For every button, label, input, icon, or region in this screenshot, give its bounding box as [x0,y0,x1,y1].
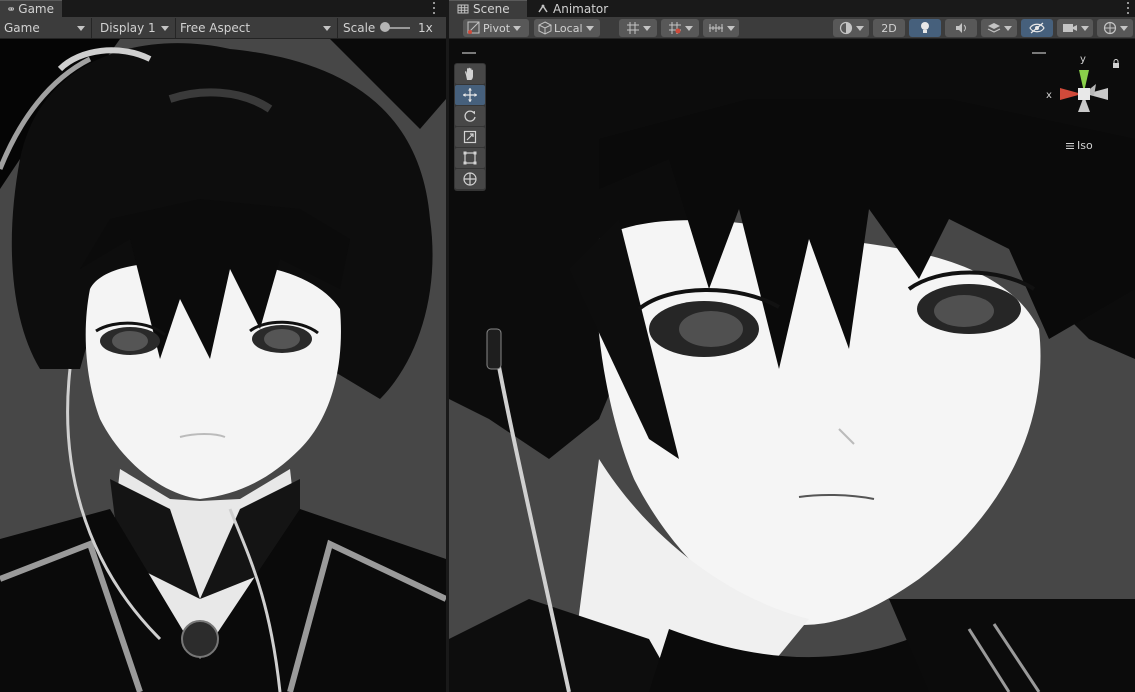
chevron-down-icon [726,25,735,31]
aspect-dropdown[interactable]: Free Aspect [176,18,336,38]
chevron-down-icon [1003,25,1012,31]
local-dropdown[interactable]: Local [534,19,600,37]
unity-editor: Game Game Display 1 Free Aspect Scale 1x [0,0,1135,692]
chevron-down-icon [684,25,693,31]
transform-tool[interactable] [455,169,485,189]
tab-scene-label: Scene [473,2,510,16]
tab-game-label: Game [18,2,54,16]
rotate-icon [464,110,476,122]
game-render-image [0,39,446,692]
scale-label: Scale [343,21,376,35]
rect-transform-icon [463,151,477,165]
scene-toolbar: Pivot Local 2D [449,17,1135,39]
speaker-icon [956,23,966,33]
increment-snap-button[interactable] [661,19,699,37]
scene-render-image [449,39,1135,692]
chevron-down-icon [855,25,864,31]
game-toolbar: Game Display 1 Free Aspect Scale 1x [0,17,446,39]
move-tool[interactable] [455,85,485,105]
chevron-down-icon [513,25,522,31]
pivot-dropdown[interactable]: Pivot [463,19,529,37]
game-mode-dropdown[interactable]: Game [0,18,90,38]
scene-view[interactable] [449,39,1135,692]
view-tool[interactable] [455,64,485,84]
tab-animator[interactable]: Animator [529,0,619,17]
effects-dropdown[interactable] [981,19,1017,37]
tab-game[interactable]: Game [0,0,62,17]
tool-palette [454,63,486,191]
audio-toggle-button[interactable] [945,19,977,37]
ruler-icon [708,24,723,32]
grid-icon [626,22,639,34]
lock-icon[interactable] [1112,59,1120,68]
transform-icon [463,172,477,186]
chevron-down-icon [642,25,651,31]
local-label: Local [554,21,583,35]
tab-scene[interactable]: Scene [449,0,527,17]
scene-visibility-button[interactable] [1021,19,1053,37]
game-mode-label: Game [4,21,40,35]
scale-value: 1x [418,21,433,35]
menu-lines-icon [1066,142,1074,149]
scale-icon [463,130,477,144]
camera-dropdown[interactable] [1057,19,1093,37]
scene-tab-strip: Scene Animator [449,0,1135,17]
gizmo-center-cube[interactable] [1078,88,1090,100]
gizmos-dropdown[interactable] [1097,19,1133,37]
shading-mode-dropdown[interactable] [833,19,869,37]
gamepad-icon [8,7,15,11]
display-dropdown[interactable]: Display 1 [96,18,174,38]
scale-value-box: 1x [414,18,444,38]
scale-slider-handle[interactable] [380,22,390,32]
game-tab-strip: Game [0,0,446,17]
eye-hidden-icon [1029,22,1045,34]
scale-label-box: Scale [339,18,379,38]
gizmo-x-label: x [1046,90,1052,101]
shading-sphere-icon [839,21,852,35]
scale-tool[interactable] [455,127,485,147]
snap-icon [668,22,681,34]
palette-drag-handle[interactable] [462,52,476,54]
pivot-label: Pivot [483,21,511,35]
pivot-icon [467,21,480,34]
toolbar-divider [91,18,92,38]
chevron-down-icon [323,26,331,31]
toolbar-divider [337,18,338,38]
projection-toggle[interactable]: Iso [1066,139,1093,152]
game-view[interactable] [0,39,446,692]
scene-grid-icon [457,4,469,14]
toggle-2d-label: 2D [881,21,897,35]
ruler-snap-button[interactable] [703,19,739,37]
gizmo-y-label: y [1080,54,1086,65]
chevron-down-icon [1080,25,1089,31]
rotate-tool[interactable] [455,106,485,126]
local-cube-icon [538,21,552,35]
grid-snap-button[interactable] [619,19,657,37]
lighting-toggle-button[interactable] [909,19,941,37]
animator-icon [538,4,548,12]
camera-icon [1062,24,1077,32]
lightbulb-icon [921,22,929,33]
kebab-menu-icon[interactable] [432,2,436,14]
kebab-menu-icon[interactable] [1126,2,1130,14]
chevron-down-icon [161,26,169,31]
display-label: Display 1 [100,21,156,35]
toggle-2d-button[interactable]: 2D [873,19,905,37]
aspect-label: Free Aspect [180,21,251,35]
move-arrows-icon [463,88,477,102]
projection-label: Iso [1077,139,1093,152]
gizmos-globe-icon [1103,21,1116,35]
chevron-down-icon [585,25,594,31]
chevron-down-icon [77,26,85,31]
chevron-down-icon [1119,25,1128,31]
tab-animator-label: Animator [553,1,609,16]
rect-tool[interactable] [455,148,485,168]
layers-icon [987,23,1000,33]
hand-icon [465,67,473,80]
